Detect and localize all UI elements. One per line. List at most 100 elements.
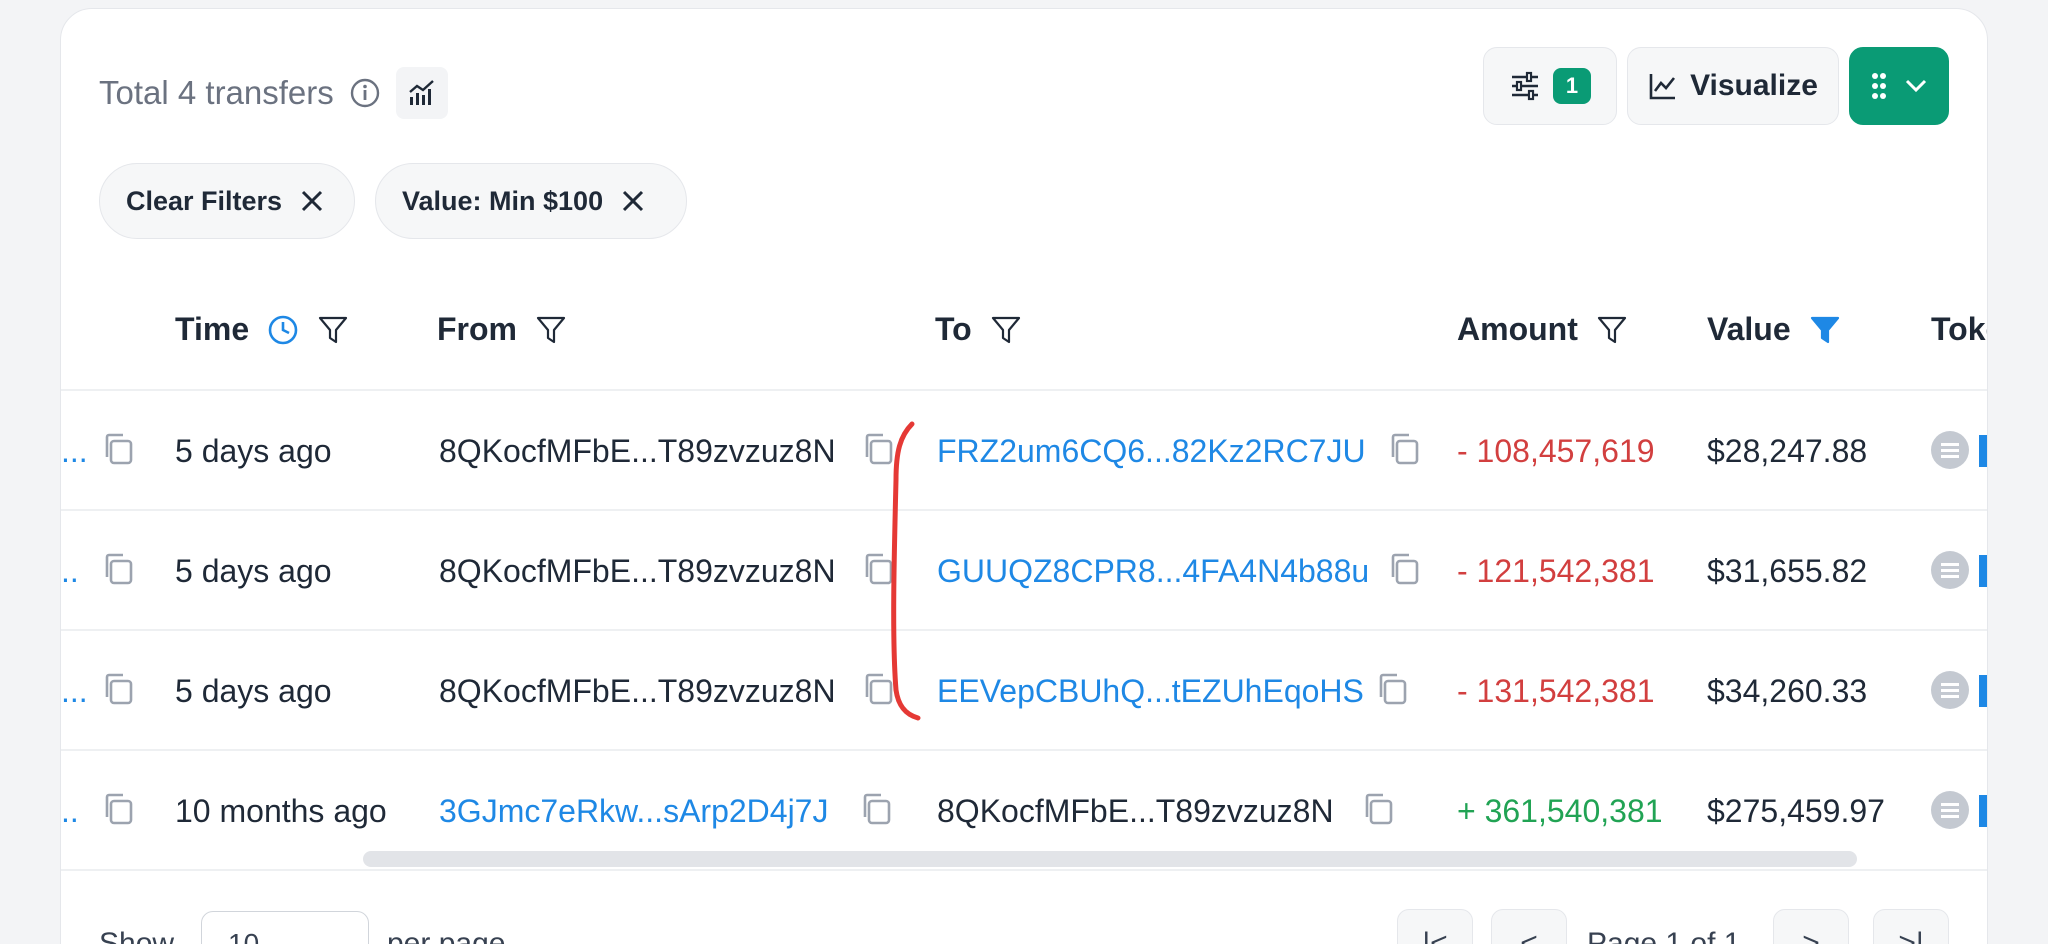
table-row[interactable]: .. 5 days ago 8QKocfMFbE...T89zvzuz8N GU… [61,511,1987,629]
sliders-icon [1512,71,1538,101]
value-filter-chip[interactable]: Value: Min $100 [375,163,687,239]
next-page-button[interactable]: > [1773,909,1849,944]
close-icon[interactable] [621,189,645,213]
grid-dots-icon [1872,73,1886,99]
copy-icon[interactable] [859,791,893,827]
clear-filters-label: Clear Filters [126,185,283,216]
token-name-link[interactable] [1979,675,1987,707]
chevron-down-icon [1905,79,1927,93]
per-page-label: per page [387,927,506,944]
value-cell: $31,655.82 [1707,553,1868,589]
transfers-summary: Total 4 transfers [99,67,448,119]
transfers-card: Total 4 transfers 1 Visualize Clear Filt… [60,8,1988,944]
token-name-link[interactable] [1979,555,1987,587]
column-label-value: Value [1707,311,1791,347]
signature-truncated[interactable]: .. [61,553,79,590]
copy-icon[interactable] [101,431,135,467]
column-label-to: To [935,311,972,347]
chart-icon[interactable] [395,67,448,119]
token-icon [1931,431,1969,469]
signature-truncated[interactable]: ... [61,673,88,710]
time-cell: 10 months ago [175,793,387,829]
first-page-button[interactable]: |< [1397,909,1473,944]
per-page-value: 10 [228,928,260,944]
column-label-amount: Amount [1457,311,1578,347]
column-header-to[interactable]: To [935,311,1022,348]
amount-cell: + 361,540,381 [1457,793,1663,829]
token-icon [1931,791,1969,829]
column-label-token: Toke [1931,311,1987,347]
table-row[interactable]: ... 5 days ago 8QKocfMFbE...T89zvzuz8N F… [61,391,1987,509]
copy-icon[interactable] [101,671,135,707]
column-header-time[interactable]: Time [175,311,349,348]
from-address: 8QKocfMFbE...T89zvzuz8N [439,553,836,589]
column-label-from: From [437,311,517,347]
from-address: 8QKocfMFbE...T89zvzuz8N [439,433,836,469]
filter-icon[interactable] [535,314,567,346]
column-header-from[interactable]: From [437,311,567,348]
to-address-link[interactable]: EEVepCBUhQ...tEZUhEqoHS [937,673,1364,710]
value-filter-label: Value: Min $100 [402,185,604,216]
from-address-link[interactable]: 3GJmc7eRkw...sArp2D4j7J [439,793,828,830]
from-address: 8QKocfMFbE...T89zvzuz8N [439,673,836,709]
copy-icon[interactable] [861,671,895,707]
active-filter-icon[interactable] [1809,314,1841,346]
column-header-token[interactable]: Toke [1931,311,1987,348]
prev-page-button[interactable]: < [1491,909,1567,944]
copy-icon[interactable] [101,791,135,827]
clock-icon[interactable] [267,314,299,346]
show-label: Show [99,927,175,944]
table-row[interactable]: ... 5 days ago 8QKocfMFbE...T89zvzuz8N E… [61,631,1987,749]
table-bottom-divider [61,869,1987,871]
copy-icon[interactable] [101,551,135,587]
clear-filters-chip[interactable]: Clear Filters [99,163,355,239]
copy-icon[interactable] [1387,431,1421,467]
copy-icon[interactable] [861,551,895,587]
visualize-label: Visualize [1690,69,1818,102]
column-header-amount[interactable]: Amount [1457,311,1628,348]
copy-icon[interactable] [861,431,895,467]
active-filter-count-badge: 1 [1553,68,1591,104]
time-cell: 5 days ago [175,673,332,709]
time-cell: 5 days ago [175,433,332,469]
copy-icon[interactable] [1387,551,1421,587]
token-name-link[interactable] [1979,435,1987,467]
amount-cell: - 108,457,619 [1457,433,1655,469]
to-address-link[interactable]: FRZ2um6CQ6...82Kz2RC7JU [937,433,1366,470]
value-cell: $275,459.97 [1707,793,1885,829]
value-cell: $34,260.33 [1707,673,1868,709]
filter-icon[interactable] [1596,314,1628,346]
horizontal-scrollbar[interactable] [363,851,1857,867]
signature-truncated[interactable]: .. [61,793,79,830]
last-page-button[interactable]: >| [1873,909,1949,944]
token-name-link[interactable] [1979,795,1987,827]
filter-settings-button[interactable]: 1 [1483,47,1617,125]
visualize-button[interactable]: Visualize [1627,47,1839,125]
column-label-time: Time [175,311,250,347]
signature-truncated[interactable]: ... [61,433,88,470]
per-page-select[interactable]: 10 [201,911,369,944]
value-cell: $28,247.88 [1707,433,1868,469]
first-page-icon: |< [1422,927,1448,944]
page-indicator: Page 1 of 1 [1587,927,1741,944]
info-icon[interactable] [348,76,382,110]
line-chart-icon [1649,74,1676,100]
to-address-link[interactable]: GUUQZ8CPR8...4FA4N4b88u [937,553,1369,590]
filter-icon[interactable] [990,314,1022,346]
chevron-left-icon: < [1520,927,1538,944]
column-header-value[interactable]: Value [1707,311,1841,348]
amount-cell: - 131,542,381 [1457,673,1655,709]
last-page-icon: >| [1898,927,1924,944]
close-icon[interactable] [300,189,324,213]
token-icon [1931,671,1969,709]
to-address: 8QKocfMFbE...T89zvzuz8N [937,793,1334,829]
copy-icon[interactable] [1375,671,1409,707]
filter-icon[interactable] [317,314,349,346]
chevron-right-icon: > [1802,927,1820,944]
time-cell: 5 days ago [175,553,332,589]
more-options-button[interactable] [1849,47,1949,125]
total-transfers-label: Total 4 transfers [99,74,334,111]
amount-cell: - 121,542,381 [1457,553,1655,589]
copy-icon[interactable] [1361,791,1395,827]
token-icon [1931,551,1969,589]
